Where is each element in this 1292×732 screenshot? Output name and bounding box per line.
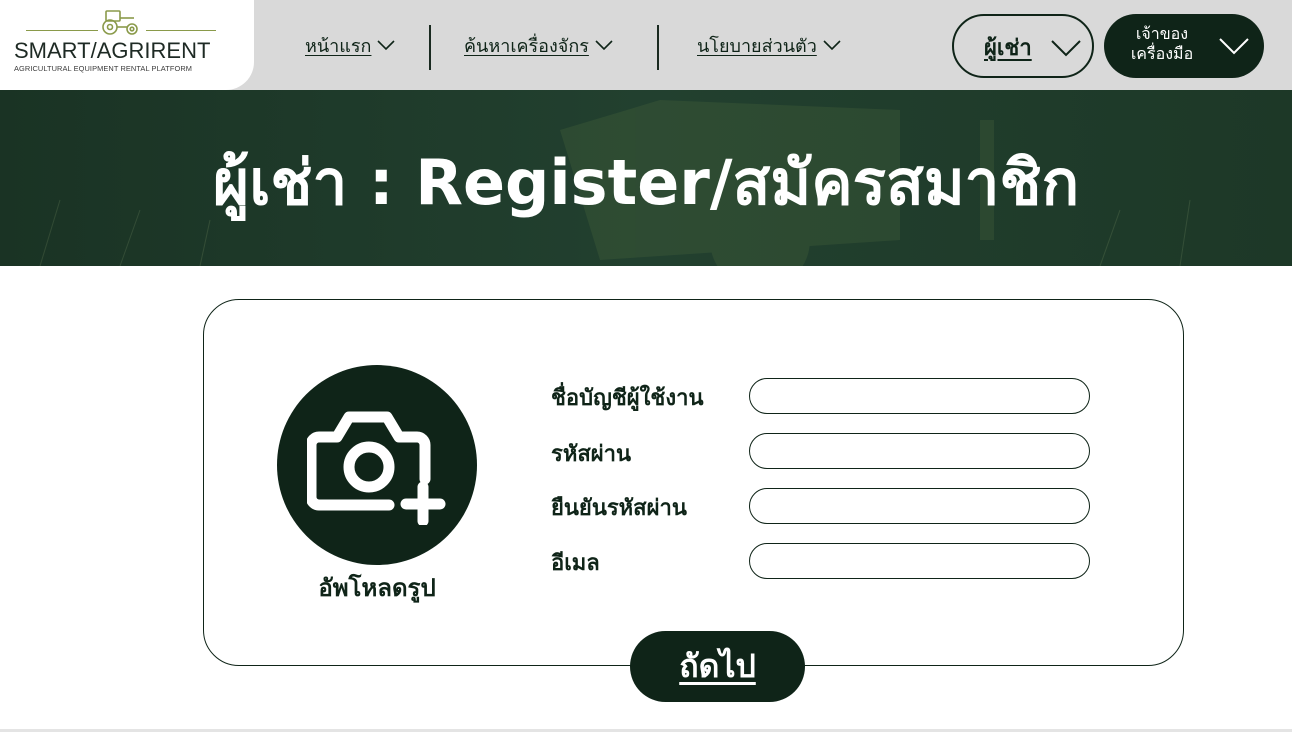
username-input[interactable] xyxy=(749,378,1090,414)
chevron-down-icon xyxy=(595,40,613,51)
brand-name: SMART/AGRIRENT xyxy=(14,38,211,63)
email-label: อีเมล xyxy=(551,551,600,576)
nav-item-label: ค้นหาเครื่องจักร xyxy=(464,35,589,57)
owner-menu-label: เจ้าของ เครื่องมือ xyxy=(1130,24,1194,63)
nav-divider xyxy=(657,25,659,70)
owner-menu-button[interactable]: เจ้าของ เครื่องมือ xyxy=(1104,14,1264,78)
chevron-down-icon xyxy=(377,40,396,51)
nav-item-label: นโยบายส่วนตัว xyxy=(697,35,817,57)
nav-item-label: หน้าแรก xyxy=(305,35,372,57)
page-title: ผู้เช่า : Register/สมัครสมาชิก xyxy=(212,146,1080,219)
confirm-password-input[interactable] xyxy=(749,488,1090,524)
logo-line-left xyxy=(26,30,98,31)
password-input[interactable] xyxy=(749,433,1090,469)
email-input[interactable] xyxy=(749,543,1090,579)
upload-photo-label: อัพโหลดรูป xyxy=(318,574,436,602)
brand-logo[interactable]: SMART/AGRIRENT AGRICULTURAL EQUIPMENT RE… xyxy=(0,0,254,90)
confirm-password-label: ยืนยันรหัสผ่าน xyxy=(551,496,687,521)
tractor-logo-icon xyxy=(102,10,138,35)
nav-divider xyxy=(429,25,431,70)
chevron-down-icon xyxy=(1051,40,1081,57)
brand-tagline: AGRICULTURAL EQUIPMENT RENTAL PLATFORM xyxy=(14,64,193,73)
nav-item-privacy-policy[interactable]: นโยบายส่วนตัว xyxy=(697,30,841,60)
next-button[interactable]: ถัดไป xyxy=(630,631,805,702)
renter-menu-button[interactable]: ผู้เช่า xyxy=(952,14,1094,78)
chevron-down-icon xyxy=(1219,38,1249,55)
chevron-down-icon xyxy=(823,40,841,51)
password-label: รหัสผ่าน xyxy=(551,442,632,467)
top-navbar: SMART/AGRIRENT AGRICULTURAL EQUIPMENT RE… xyxy=(0,0,1292,90)
logo-line-right xyxy=(146,30,216,31)
camera-plus-icon xyxy=(307,411,446,525)
nav-item-home[interactable]: หน้าแรก xyxy=(305,30,396,60)
hero-banner: ผู้เช่า : Register/สมัครสมาชิก xyxy=(0,90,1292,266)
renter-menu-label: ผู้เช่า xyxy=(984,36,1032,61)
username-label: ชื่อบัญชีผู้ใช้งาน xyxy=(551,386,704,411)
upload-photo-button[interactable] xyxy=(277,365,477,565)
nav-item-search-machinery[interactable]: ค้นหาเครื่องจักร xyxy=(464,30,613,60)
